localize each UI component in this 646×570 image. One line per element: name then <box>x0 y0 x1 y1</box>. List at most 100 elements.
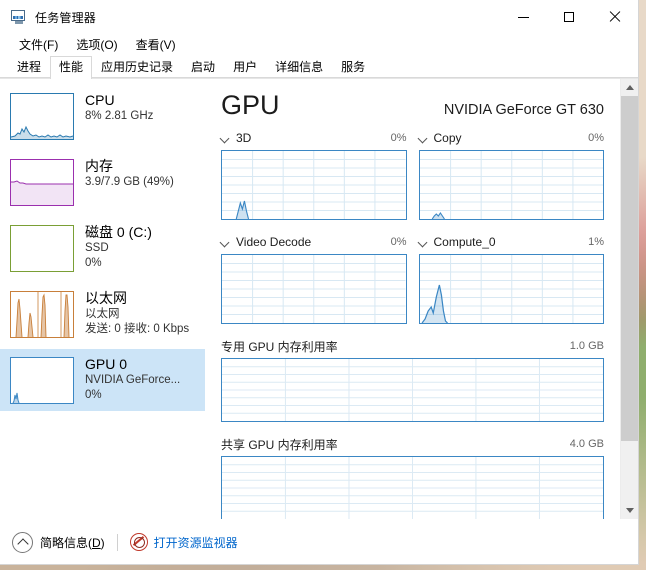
scroll-down-button[interactable] <box>621 502 638 519</box>
engine-3d-label-group[interactable]: 3D <box>221 131 251 145</box>
chevron-up-icon <box>16 537 29 550</box>
cpu-mini-graph <box>10 93 74 140</box>
shared-gpu-memory-graph <box>221 456 604 519</box>
dedicated-memory-value: 1.0 GB <box>569 340 604 352</box>
tab-startup[interactable]: 启动 <box>182 56 224 78</box>
engine-compute-0-label-row: Compute_0 1% <box>419 233 605 251</box>
gpu-mini-graph <box>10 357 74 404</box>
scrollbar-thumb[interactable] <box>621 96 638 442</box>
gpu-detail-panel: GPU NVIDIA GeForce GT 630 3D 0% Copy 0% … <box>205 79 620 519</box>
resource-monitor-icon <box>129 533 148 551</box>
engine-copy-label-group[interactable]: Copy <box>419 131 462 145</box>
engine-cell-video-decode: Video Decode 0% <box>221 233 407 324</box>
engine-compute-0-label: Compute_0 <box>433 235 496 249</box>
shared-memory-label-row: 共享 GPU 内存利用率 4.0 GB <box>221 435 604 453</box>
ethernet-throughput: 发送: 0 接收: 0 Kbps <box>85 323 190 335</box>
engine-cell-copy: Copy 0% <box>418 129 605 220</box>
status-bar: 简略信息(D) 打开资源监视器 <box>0 519 638 564</box>
tab-app-history[interactable]: 应用历史记录 <box>92 56 182 78</box>
menu-file[interactable]: 文件(F) <box>10 34 67 56</box>
scroll-up-button[interactable] <box>621 79 638 96</box>
minimize-icon <box>517 16 529 18</box>
cpu-title: CPU <box>85 92 115 108</box>
chevron-down-icon <box>419 134 428 143</box>
tab-details[interactable]: 详细信息 <box>266 56 332 78</box>
tab-performance[interactable]: 性能 <box>50 56 93 79</box>
ethernet-mini-graph <box>10 291 74 338</box>
cpu-info: CPU 8% 2.81 GHz <box>85 91 153 124</box>
status-separator <box>116 533 118 551</box>
engine-video-decode-graph <box>221 254 407 324</box>
tab-processes[interactable]: 进程 <box>8 56 50 78</box>
engine-copy-value: 0% <box>588 132 604 144</box>
task-manager-window: 任务管理器 文件(F) 选项(O) 查看(V) 进程 性能 应用历史记录 启动 … <box>0 0 638 564</box>
sidebar-item-cpu[interactable]: CPU 8% 2.81 GHz <box>0 85 205 147</box>
disk-mini-graph <box>10 225 74 272</box>
close-icon <box>609 11 621 23</box>
menu-view[interactable]: 查看(V) <box>127 34 185 56</box>
engine-3d-graph <box>221 150 407 220</box>
dedicated-memory-section: 专用 GPU 内存利用率 1.0 GB <box>221 337 604 422</box>
collapse-toggle-button[interactable] <box>12 531 33 553</box>
task-manager-icon <box>11 9 27 25</box>
menu-options[interactable]: 选项(O) <box>67 34 126 56</box>
close-button[interactable] <box>592 0 638 34</box>
cpu-stat: 8% 2.81 GHz <box>85 110 154 122</box>
resource-sidebar: CPU 8% 2.81 GHz 内存 3.9/7.9 GB (49%) 磁盘 0… <box>0 79 205 519</box>
sidebar-item-disk[interactable]: 磁盘 0 (C:) SSD 0% <box>0 217 205 279</box>
engine-row-2: Video Decode 0% Compute_0 1% <box>221 233 604 324</box>
minimize-button[interactable] <box>500 0 546 34</box>
gpu-device-name: NVIDIA GeForce GT 630 <box>443 102 604 118</box>
engine-video-decode-label-group[interactable]: Video Decode <box>221 235 311 249</box>
shared-memory-section: 共享 GPU 内存利用率 4.0 GB <box>221 435 604 519</box>
gpu-device: NVIDIA GeForce... <box>85 374 181 386</box>
disk-usage: 0% <box>85 257 102 269</box>
open-resource-monitor-label: 打开资源监视器 <box>153 535 238 550</box>
open-resource-monitor-button[interactable]: 打开资源监视器 <box>129 533 238 551</box>
page-title: GPU <box>221 90 280 120</box>
engine-cell-3d: 3D 0% <box>221 129 407 220</box>
chevron-down-icon <box>221 238 230 247</box>
engine-video-decode-label-row: Video Decode 0% <box>221 233 407 251</box>
sidebar-item-ethernet[interactable]: 以太网 以太网 发送: 0 接收: 0 Kbps <box>0 283 205 345</box>
shared-memory-label: 共享 GPU 内存利用率 <box>221 437 338 452</box>
maximize-icon <box>564 12 574 22</box>
ethernet-info: 以太网 以太网 发送: 0 接收: 0 Kbps <box>85 289 189 337</box>
engine-copy-label-row: Copy 0% <box>419 129 605 147</box>
engine-video-decode-label: Video Decode <box>236 235 312 249</box>
scrollbar-track[interactable] <box>621 96 638 502</box>
vertical-scrollbar[interactable] <box>620 79 638 519</box>
memory-stat: 3.9/7.9 GB (49%) <box>85 176 174 188</box>
content-area: CPU 8% 2.81 GHz 内存 3.9/7.9 GB (49%) 磁盘 0… <box>0 78 638 519</box>
engine-compute-0-graph <box>418 254 604 324</box>
sidebar-item-memory[interactable]: 内存 3.9/7.9 GB (49%) <box>0 151 205 213</box>
gpu-title: GPU 0 <box>85 356 128 372</box>
tab-users[interactable]: 用户 <box>224 56 266 78</box>
memory-info: 内存 3.9/7.9 GB (49%) <box>85 157 174 190</box>
maximize-button[interactable] <box>546 0 592 34</box>
engine-3d-label: 3D <box>236 131 252 145</box>
engine-compute-0-value: 1% <box>588 236 604 248</box>
disk-type: SSD <box>85 242 109 254</box>
window-controls <box>500 0 638 34</box>
chevron-up-icon <box>625 85 634 90</box>
engine-row-1: 3D 0% Copy 0% <box>221 129 604 220</box>
engine-3d-value: 0% <box>390 132 407 144</box>
chevron-down-icon <box>221 134 230 143</box>
tab-services[interactable]: 服务 <box>332 56 374 78</box>
disk-info: 磁盘 0 (C:) SSD 0% <box>85 223 152 271</box>
disk-title: 磁盘 0 (C:) <box>85 224 152 240</box>
sidebar-item-gpu[interactable]: GPU 0 NVIDIA GeForce... 0% <box>0 349 205 411</box>
chevron-down-icon <box>625 508 634 513</box>
engine-compute-0-label-group[interactable]: Compute_0 <box>419 235 496 249</box>
dedicated-gpu-memory-graph <box>221 358 604 422</box>
engine-cell-compute-0: Compute_0 1% <box>418 233 605 324</box>
fewer-details-label[interactable]: 简略信息(D) <box>40 534 105 551</box>
memory-title: 内存 <box>85 158 113 174</box>
dedicated-memory-label-row: 专用 GPU 内存利用率 1.0 GB <box>221 337 604 355</box>
ethernet-adapter: 以太网 <box>85 308 120 320</box>
engine-copy-graph <box>418 150 604 220</box>
tab-strip: 进程 性能 应用历史记录 启动 用户 详细信息 服务 <box>0 56 638 79</box>
memory-mini-graph <box>10 159 74 206</box>
engine-video-decode-value: 0% <box>390 236 407 248</box>
